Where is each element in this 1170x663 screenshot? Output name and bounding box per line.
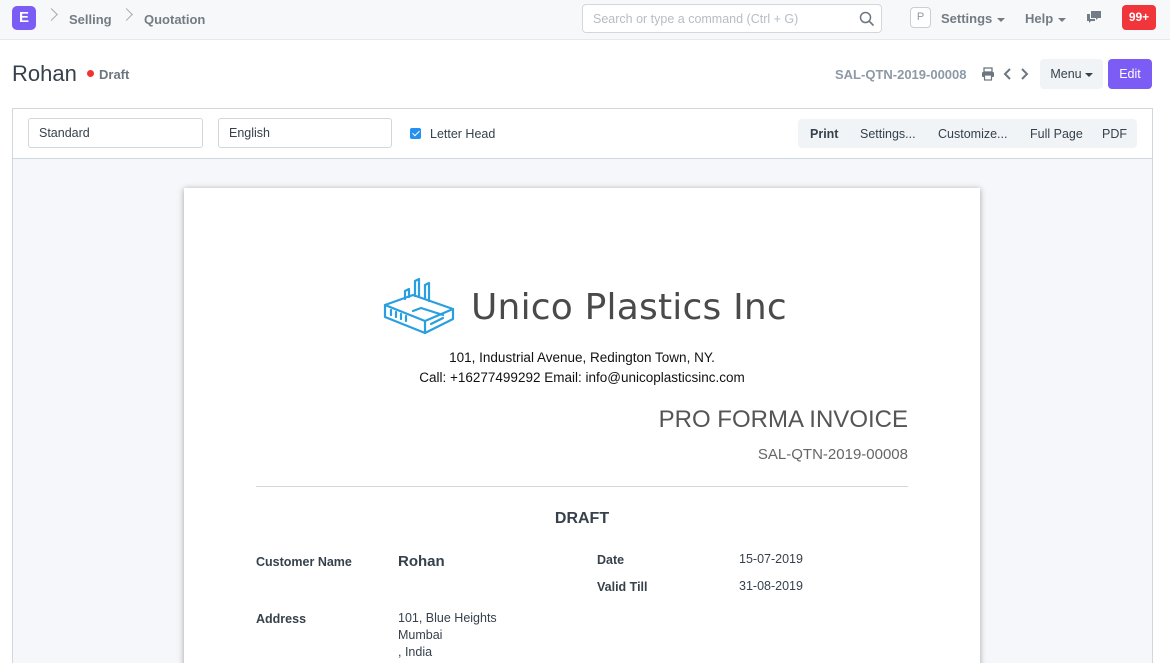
caret-down-icon xyxy=(997,17,1006,22)
invoice-id: SAL-QTN-2019-00008 xyxy=(757,446,908,463)
company-name: Unico Plastics Inc xyxy=(471,287,787,328)
letter-head-label: Letter Head xyxy=(430,127,496,141)
previous-doc-icon[interactable] xyxy=(1002,68,1014,80)
printer-icon[interactable] xyxy=(981,67,995,81)
menu-button[interactable]: Menu xyxy=(1040,59,1103,89)
help-label: Help xyxy=(1025,11,1054,26)
breadcrumb-selling[interactable]: Selling xyxy=(69,12,112,27)
draft-banner: DRAFT xyxy=(554,510,610,527)
date-label: Date xyxy=(597,553,625,567)
settings-button[interactable]: Settings... xyxy=(860,127,916,141)
help-dropdown[interactable]: Help xyxy=(1025,11,1067,26)
company-address: 101, Industrial Avenue, Redington Town, … xyxy=(449,350,715,365)
search-input[interactable] xyxy=(583,5,853,32)
caret-down-icon xyxy=(1058,17,1067,22)
language-select[interactable]: English xyxy=(218,118,392,148)
breadcrumb-chevron-icon xyxy=(45,8,58,21)
divider xyxy=(256,486,908,487)
chat-icon[interactable] xyxy=(1086,10,1102,24)
caret-down-icon xyxy=(1084,72,1093,77)
print-button[interactable]: Print xyxy=(810,127,838,141)
print-toolbar: Standard English Letter Head Print Setti… xyxy=(13,109,1152,159)
print-sheet: Unico Plastics Inc 101, Industrial Avenu… xyxy=(184,188,980,663)
awesome-bar xyxy=(582,4,882,33)
settings-dropdown[interactable]: Settings xyxy=(941,11,1006,26)
invoice-title: PRO FORMA INVOICE xyxy=(658,406,908,433)
address-line: 101, Blue Heights xyxy=(398,611,497,625)
settings-label: Settings xyxy=(941,11,993,26)
address-line: Mumbai xyxy=(398,628,443,642)
address-label: Address xyxy=(256,612,307,626)
document-id: SAL-QTN-2019-00008 xyxy=(835,67,967,82)
print-actions: Print Settings... Customize... Full Page… xyxy=(798,119,1137,148)
address-line: , India xyxy=(398,645,433,659)
customer-name-label: Customer Name xyxy=(256,555,352,569)
customer-name-value: Rohan xyxy=(398,553,445,570)
breadcrumb-quotation[interactable]: Quotation xyxy=(144,12,205,27)
status-indicator-dot xyxy=(87,70,94,77)
factory-logo-icon xyxy=(383,277,455,335)
valid-till-value: 31-08-2019 xyxy=(739,579,803,593)
full-page-button[interactable]: Full Page xyxy=(1030,127,1083,141)
company-contact: Call: +16277499292 Email: info@unicoplas… xyxy=(419,370,745,385)
navbar: E Selling Quotation P Settings Help 99+ xyxy=(0,0,1170,40)
edit-button[interactable]: Edit xyxy=(1108,59,1152,89)
date-value: 15-07-2019 xyxy=(739,552,803,566)
next-doc-icon[interactable] xyxy=(1018,68,1030,80)
app-logo[interactable]: E xyxy=(12,6,36,30)
menu-label: Menu xyxy=(1050,67,1082,81)
search-icon[interactable] xyxy=(859,11,875,27)
customize-button[interactable]: Customize... xyxy=(938,127,1007,141)
breadcrumb-chevron-icon xyxy=(120,8,133,21)
status-label: Draft xyxy=(99,67,130,82)
page-title: Rohan xyxy=(12,61,77,86)
pdf-button[interactable]: PDF xyxy=(1102,127,1127,141)
letter-head-checkbox[interactable] xyxy=(410,128,421,139)
user-avatar[interactable]: P xyxy=(910,7,931,28)
print-format-select[interactable]: Standard xyxy=(28,118,203,148)
notification-badge[interactable]: 99+ xyxy=(1122,5,1156,30)
valid-till-label: Valid Till xyxy=(597,580,648,594)
